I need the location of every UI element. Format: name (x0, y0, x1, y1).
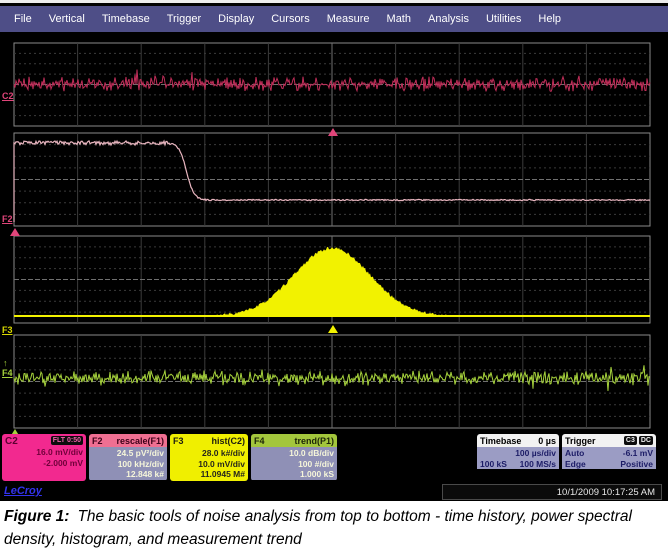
trace-label-c2[interactable]: C2 (2, 91, 14, 101)
offscreen-arrow-icon: ↑ (3, 358, 8, 368)
menu-analysis[interactable]: Analysis (428, 13, 469, 25)
menu-help[interactable]: Help (538, 13, 561, 25)
f4-vertical-scale: 10.0 dB/div (254, 448, 334, 459)
descriptor-f2-id: F2 (92, 436, 103, 446)
menu-cursors[interactable]: Cursors (271, 13, 310, 25)
trigger-slope: Positive (620, 459, 653, 470)
menu-utilities[interactable]: Utilities (486, 13, 521, 25)
f4-horizontal-scale: 100 #/div (254, 459, 334, 470)
f2-horizontal-scale: 100 kHz/div (92, 459, 164, 470)
descriptor-timebase[interactable]: Timebase 0 µs 100 µs/div 100 kS 100 MS/s (477, 434, 559, 481)
trace-label-f2[interactable]: F2 (2, 214, 13, 224)
timebase-samples: 100 kS (480, 459, 507, 470)
f3-center-marker[interactable] (328, 325, 338, 333)
descriptor-f3[interactable]: F3 hist(C2) 28.0 k#/div 10.0 mV/div 11.0… (170, 434, 248, 481)
figure-caption-label: Figure 1: (4, 508, 69, 525)
descriptor-f4[interactable]: F4 trend(P1) 10.0 dB/div 100 #/div 1.000… (251, 434, 337, 481)
trigger-source-badge: C3 (624, 436, 637, 445)
menu-bar: File Vertical Timebase Trigger Display C… (0, 6, 668, 32)
menu-measure[interactable]: Measure (327, 13, 370, 25)
trigger-mode: Auto (565, 448, 584, 459)
figure-caption-text: The basic tools of noise analysis from t… (4, 508, 632, 548)
trigger-title: Trigger (565, 436, 596, 446)
f2-vertical-scale: 24.5 pV²/div (92, 448, 164, 459)
f2-span: 12.848 k# (92, 469, 164, 480)
c2-offset: -2.000 mV (5, 458, 83, 469)
descriptor-c2[interactable]: C2 FLT 0:50 16.0 mV/div -2.000 mV (2, 434, 86, 481)
coupling-badge: FLT 0:50 (51, 436, 83, 445)
figure-page: File Vertical Timebase Trigger Display C… (0, 0, 668, 556)
f3-vertical-scale: 28.0 k#/div (173, 448, 245, 459)
descriptor-trigger[interactable]: Trigger C3 DC Auto -6.1 mV Edge Positive (562, 434, 656, 481)
f3-horizontal-scale: 10.0 mV/div (173, 459, 245, 470)
timebase-per-div: 100 µs/div (480, 448, 556, 459)
menu-trigger[interactable]: Trigger (167, 13, 201, 25)
trigger-time-marker[interactable] (328, 128, 338, 136)
menu-timebase[interactable]: Timebase (102, 13, 150, 25)
menu-file[interactable]: File (14, 13, 32, 25)
waveform-display (0, 32, 668, 436)
timestamp: 10/1/2009 10:17:25 AM (442, 484, 662, 500)
menu-math[interactable]: Math (387, 13, 411, 25)
trigger-level: -6.1 mV (623, 448, 653, 459)
descriptor-c2-id: C2 (5, 436, 18, 447)
descriptor-f2[interactable]: F2 rescale(F1) 24.5 pV²/div 100 kHz/div … (89, 434, 167, 481)
menu-display[interactable]: Display (218, 13, 254, 25)
timebase-delay: 0 µs (538, 436, 556, 446)
trigger-type: Edge (565, 459, 586, 470)
descriptor-f2-function: rescale(F1) (116, 436, 164, 446)
oscilloscope-screenshot: File Vertical Timebase Trigger Display C… (0, 0, 668, 501)
descriptor-row: C2 FLT 0:50 16.0 mV/div -2.000 mV F2 res… (0, 434, 668, 482)
descriptor-f3-function: hist(C2) (212, 436, 246, 446)
lecroy-logo: LeCroy (4, 485, 42, 497)
descriptor-f4-id: F4 (254, 436, 265, 446)
f3-population: 11.0945 M# (173, 469, 245, 480)
f2-left-marker[interactable] (10, 228, 20, 236)
trace-label-f3[interactable]: F3 (2, 325, 13, 335)
trace-label-f4[interactable]: F4 (2, 368, 13, 378)
figure-caption: Figure 1:The basic tools of noise analys… (0, 502, 668, 556)
descriptor-f4-function: trend(P1) (294, 436, 334, 446)
f4-samples: 1.000 kS (254, 469, 334, 480)
descriptor-f3-id: F3 (173, 436, 184, 446)
timebase-title: Timebase (480, 436, 521, 446)
menu-vertical[interactable]: Vertical (49, 13, 85, 25)
trigger-coupling-badge: DC (639, 436, 653, 445)
c2-volts-per-div: 16.0 mV/div (5, 447, 83, 458)
timebase-sample-rate: 100 MS/s (520, 459, 556, 470)
